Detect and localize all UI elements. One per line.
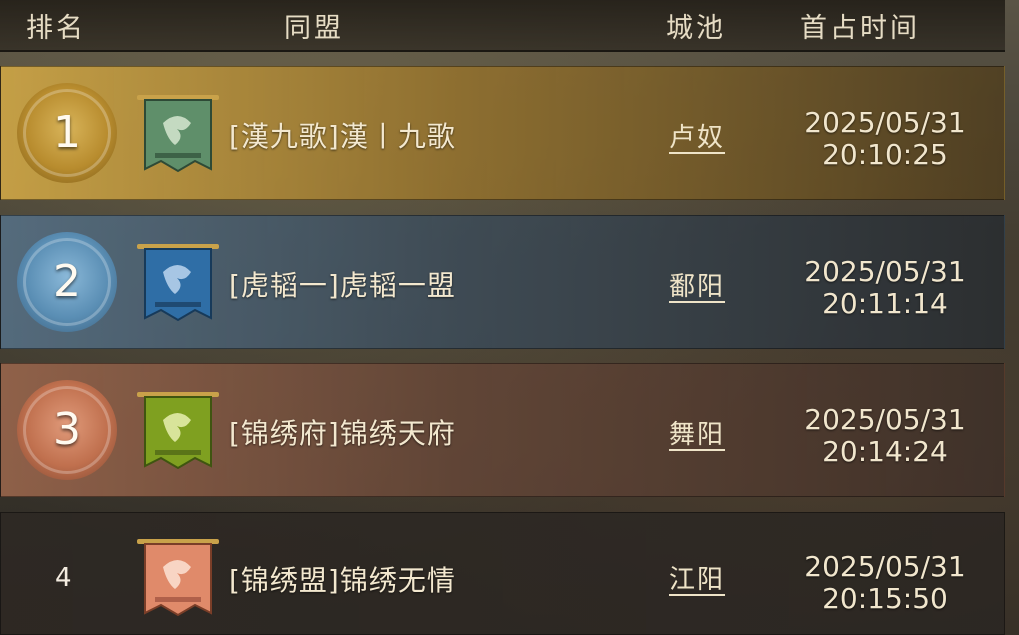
city-link[interactable]: 鄱阳 bbox=[669, 266, 725, 303]
alliance-name: [虎韬一]虎韬一盟 bbox=[229, 269, 456, 302]
rank-number: 1 bbox=[53, 107, 81, 158]
occupy-date: 2025/05/31 bbox=[804, 550, 966, 583]
city-link[interactable]: 卢奴 bbox=[669, 117, 725, 154]
occupy-clock: 20:14:24 bbox=[822, 435, 948, 468]
first-occupy-time: 2025/05/31 20:11:14 bbox=[785, 256, 985, 320]
alliance-name: [漢九歌]漢丨九歌 bbox=[229, 120, 456, 153]
first-occupy-time: 2025/05/31 20:14:24 bbox=[785, 404, 985, 468]
occupy-clock: 20:10:25 bbox=[822, 138, 948, 171]
ranking-row: 4 [锦绣盟]锦绣无情 江阳 2025/05/31 20:15:50 bbox=[0, 512, 1005, 635]
header-first-occupy-time: 首占时间 bbox=[800, 13, 920, 44]
occupy-date: 2025/05/31 bbox=[804, 255, 966, 288]
alliance-name: [锦绣盟]锦绣无情 bbox=[229, 564, 456, 597]
alliance-name: [锦绣府]锦绣天府 bbox=[229, 417, 456, 450]
first-occupy-time: 2025/05/31 20:15:50 bbox=[785, 551, 985, 615]
alliance-banner-icon bbox=[137, 95, 219, 173]
rank-number: 4 bbox=[55, 563, 72, 593]
ranking-row: 3 [锦绣府]锦绣天府 舞阳 2025/05/31 20:14:24 bbox=[0, 363, 1005, 497]
bronze-rank-medal-icon: 3 bbox=[17, 380, 117, 480]
occupy-date: 2025/05/31 bbox=[804, 403, 966, 436]
ranking-header: 排名 同盟 城池 首占时间 bbox=[0, 0, 1005, 52]
silver-rank-medal-icon: 2 bbox=[17, 232, 117, 332]
ranking-row: 2 [虎韬一]虎韬一盟 鄱阳 2025/05/31 20:11:14 bbox=[0, 215, 1005, 349]
rank-number: 2 bbox=[53, 256, 81, 307]
header-alliance: 同盟 bbox=[284, 13, 344, 44]
alliance-banner-icon bbox=[137, 392, 219, 470]
occupy-date: 2025/05/31 bbox=[804, 106, 966, 139]
occupy-clock: 20:11:14 bbox=[822, 287, 948, 320]
occupy-clock: 20:15:50 bbox=[822, 582, 948, 615]
alliance-banner-icon bbox=[137, 244, 219, 322]
city-link[interactable]: 江阳 bbox=[669, 559, 725, 596]
gold-rank-medal-icon: 1 bbox=[17, 83, 117, 183]
city-link[interactable]: 舞阳 bbox=[669, 414, 725, 451]
rank-number: 3 bbox=[53, 404, 81, 455]
first-occupy-time: 2025/05/31 20:10:25 bbox=[785, 107, 985, 171]
header-rank: 排名 bbox=[26, 13, 86, 44]
header-city: 城池 bbox=[666, 13, 726, 44]
alliance-banner-icon bbox=[137, 539, 219, 617]
ranking-row: 1 [漢九歌]漢丨九歌 卢奴 2025/05/31 20:10:25 bbox=[0, 66, 1005, 200]
